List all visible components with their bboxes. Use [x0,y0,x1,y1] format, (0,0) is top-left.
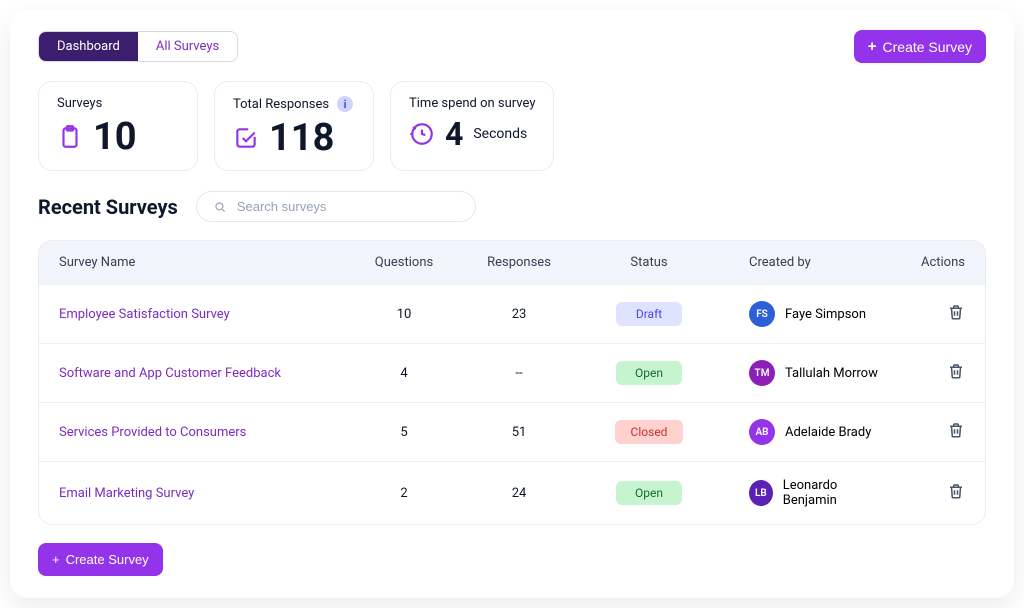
responses-cell: 24 [459,486,579,501]
delete-button[interactable] [947,489,965,504]
col-responses: Responses [459,255,579,270]
delete-button[interactable] [947,428,965,443]
status-badge: Open [616,481,682,505]
plus-icon: + [52,552,60,567]
creator-cell: TM Tallulah Morrow [719,360,885,386]
survey-name-link[interactable]: Employee Satisfaction Survey [59,307,349,322]
table-row: Software and App Customer Feedback4-- Ope… [39,343,985,402]
survey-name-link[interactable]: Email Marketing Survey [59,486,349,501]
survey-name-link[interactable]: Services Provided to Consumers [59,425,349,440]
stat-responses-label: Total Responses [233,97,329,112]
delete-button[interactable] [947,310,965,325]
stat-surveys: Surveys 10 [38,81,198,171]
check-square-icon [233,125,259,151]
avatar: FS [749,301,775,327]
stat-time-value: 4 [445,115,463,153]
create-survey-button-footer[interactable]: + Create Survey [38,543,163,576]
table-row: Employee Satisfaction Survey1023DraftFSF… [39,284,985,343]
stat-surveys-value: 10 [93,115,137,159]
stat-surveys-label: Surveys [57,96,179,111]
clipboard-icon [57,124,83,150]
questions-cell: 2 [349,486,459,501]
search-wrap[interactable] [196,191,476,222]
col-questions: Questions [349,255,459,270]
surveys-table: Survey Name Questions Responses Status C… [38,240,986,525]
survey-name-link[interactable]: Software and App Customer Feedback [59,366,349,381]
stat-time-label: Time spend on survey [409,96,535,111]
plus-icon: + [868,38,877,55]
col-status: Status [579,255,719,270]
responses-cell: 23 [459,307,579,322]
recent-title: Recent Surveys [38,195,178,219]
col-name: Survey Name [59,255,349,270]
stat-responses: Total Responses i 118 [214,81,374,171]
status-cell: Open [579,481,719,505]
col-created-by: Created by [719,255,885,270]
clock-icon [409,121,435,147]
creator-name: Leonardo Benjamin [783,478,885,508]
creator-name: Tallulah Morrow [785,366,878,381]
table-row: Email Marketing Survey224 Open LB Leonardo … [39,461,985,524]
questions-cell: 4 [349,366,459,381]
avatar: AB [749,419,775,445]
creator-name: Faye Simpson [785,307,866,322]
tab-all-surveys[interactable]: All Surveys [138,32,237,61]
view-tabs: Dashboard All Surveys [38,31,238,62]
creator-cell: FS Faye Simpson [719,301,885,327]
create-survey-button[interactable]: + Create Survey [854,30,986,63]
create-survey-label: Create Survey [883,39,972,55]
status-cell: Draft [579,302,719,326]
search-input[interactable] [237,199,459,214]
responses-cell: -- [459,366,579,381]
status-badge: Open [616,361,682,385]
creator-cell: LB Leonardo Benjamin [719,478,885,508]
creator-name: Adelaide Brady [785,425,871,440]
status-cell: Closed [579,420,719,444]
stat-time: Time spend on survey 4 Seconds [390,81,554,171]
table-row: Services Provided to Consumers551 Closed A… [39,402,985,461]
status-badge: Draft [616,302,682,326]
delete-button[interactable] [947,369,965,384]
search-icon [213,200,227,214]
stat-responses-value: 118 [269,116,334,160]
avatar: LB [749,480,773,506]
responses-cell: 51 [459,425,579,440]
status-cell: Open [579,361,719,385]
col-actions: Actions [885,255,965,270]
questions-cell: 5 [349,425,459,440]
stat-time-unit: Seconds [473,126,527,142]
create-survey-label-footer: Create Survey [66,552,149,567]
creator-cell: AB Adelaide Brady [719,419,885,445]
status-badge: Closed [615,420,684,444]
info-icon[interactable]: i [337,96,353,112]
questions-cell: 10 [349,307,459,322]
avatar: TM [749,360,775,386]
tab-dashboard[interactable]: Dashboard [39,32,138,61]
